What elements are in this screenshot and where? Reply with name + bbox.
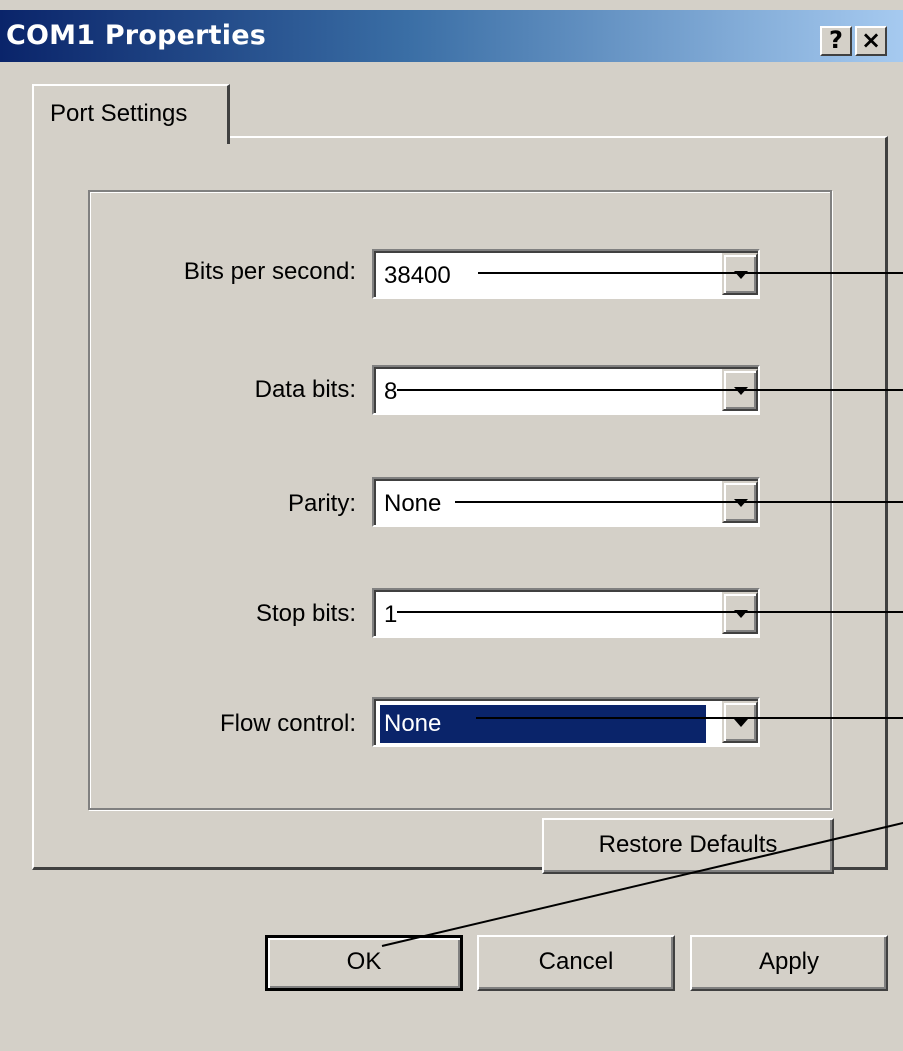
tab-port-settings[interactable]: Port Settings [32, 84, 230, 144]
data-bits-select-frame: 8 [374, 367, 758, 413]
stop-bits-label: Stop bits: [255, 600, 356, 627]
help-icon: ? [829, 26, 843, 54]
stop-bits-value: 1 [384, 601, 398, 628]
bits-per-second-label: Bits per second: [183, 258, 356, 285]
flow-control-select[interactable]: None [372, 697, 760, 747]
flow-control-label: Flow control: [219, 710, 356, 737]
dialog-window: COM1 Properties ? × Port Settings Bits p… [0, 0, 903, 1051]
data-bits-label: Data bits: [254, 376, 356, 403]
data-bits-value: 8 [384, 378, 398, 405]
cancel-button[interactable]: Cancel [477, 935, 675, 991]
tab-label: Port Settings [50, 100, 188, 127]
parity-label: Parity: [287, 490, 356, 517]
chevron-down-icon[interactable] [722, 592, 758, 634]
chevron-down-icon[interactable] [722, 253, 758, 295]
chevron-down-icon[interactable] [722, 701, 758, 743]
parity-select-frame: None [374, 479, 758, 525]
flow-control-value: None [380, 705, 706, 743]
chevron-down-icon[interactable] [722, 369, 758, 411]
chevron-down-icon[interactable] [722, 481, 758, 523]
help-button[interactable]: ? [820, 26, 852, 56]
ok-button[interactable]: OK [265, 935, 463, 991]
bits-per-second-select-frame: 38400 [374, 251, 758, 297]
apply-button[interactable]: Apply [690, 935, 888, 991]
close-icon: × [860, 26, 882, 54]
flow-control-select-frame: None [374, 699, 758, 745]
title-bar[interactable]: COM1 Properties ? × [0, 10, 903, 62]
close-button[interactable]: × [855, 26, 887, 56]
bits-per-second-value: 38400 [384, 262, 451, 289]
bits-per-second-select[interactable]: 38400 [372, 249, 760, 299]
restore-defaults-button[interactable]: Restore Defaults [542, 818, 834, 874]
parity-select[interactable]: None [372, 477, 760, 527]
stop-bits-select[interactable]: 1 [372, 588, 760, 638]
data-bits-select[interactable]: 8 [372, 365, 760, 415]
window-title: COM1 Properties [6, 20, 266, 51]
stop-bits-select-frame: 1 [374, 590, 758, 636]
parity-value: None [384, 490, 442, 517]
